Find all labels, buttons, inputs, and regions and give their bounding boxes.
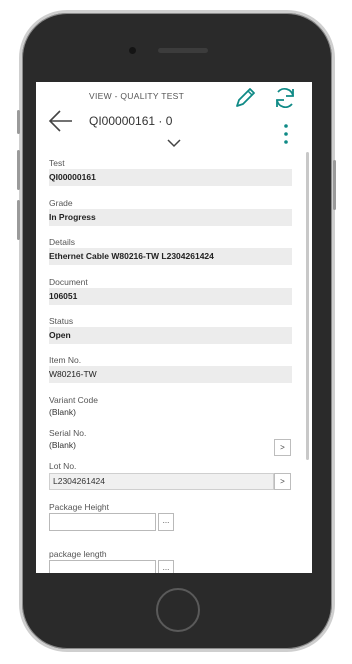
- field-value-test: QI00000161: [49, 169, 292, 186]
- field-value-variant-code: (Blank): [49, 407, 76, 417]
- power-button: [333, 160, 336, 210]
- app-header: VIEW - QUALITY TEST QI00000161 · 0: [36, 82, 312, 152]
- package-height-input[interactable]: [49, 513, 156, 531]
- field-label-document: Document: [49, 277, 88, 287]
- speaker-grille: [158, 48, 208, 53]
- serial-no-drilldown-button[interactable]: >: [274, 439, 291, 456]
- home-button[interactable]: [156, 588, 200, 632]
- field-value-serial-no: (Blank): [49, 440, 76, 450]
- volume-up-button: [17, 150, 20, 190]
- field-label-test: Test: [49, 158, 65, 168]
- silent-switch: [17, 110, 20, 134]
- back-arrow-icon[interactable]: [46, 108, 74, 134]
- field-label-lot-no: Lot No.: [49, 461, 77, 471]
- field-value-document: 106051: [49, 288, 292, 305]
- field-label-serial-no: Serial No.: [49, 428, 87, 438]
- app-screen: VIEW - QUALITY TEST QI00000161 · 0 Test …: [36, 82, 312, 573]
- scrollbar[interactable]: [306, 152, 309, 460]
- refresh-icon[interactable]: [272, 85, 298, 111]
- volume-down-button: [17, 200, 20, 240]
- field-label-grade: Grade: [49, 198, 73, 208]
- front-camera: [129, 47, 136, 54]
- field-label-item-no: Item No.: [49, 355, 82, 365]
- page-mode-label: VIEW - QUALITY TEST: [89, 91, 185, 101]
- field-value-status: Open: [49, 327, 292, 344]
- pencil-icon[interactable]: [232, 85, 258, 111]
- package-length-lookup-button[interactable]: ...: [158, 560, 174, 573]
- field-label-details: Details: [49, 237, 75, 247]
- field-label-status: Status: [49, 316, 74, 326]
- field-value-grade: In Progress: [49, 209, 292, 226]
- lot-no-drilldown-button[interactable]: >: [274, 473, 291, 490]
- package-height-lookup-button[interactable]: ...: [158, 513, 174, 531]
- chevron-down-icon[interactable]: [166, 138, 182, 148]
- field-value-item-no: W80216-TW: [49, 366, 292, 383]
- record-title: QI00000161 · 0: [89, 114, 173, 128]
- vertical-ellipsis-icon[interactable]: [276, 122, 296, 146]
- field-value-details: Ethernet Cable W80216-TW L2304261424: [49, 248, 292, 265]
- field-label-package-height: Package Height: [49, 502, 110, 512]
- lot-no-field[interactable]: L2304261424: [49, 473, 274, 490]
- field-label-variant-code: Variant Code: [49, 395, 98, 405]
- package-length-input[interactable]: [49, 560, 156, 573]
- field-label-package-length: package length: [49, 549, 107, 559]
